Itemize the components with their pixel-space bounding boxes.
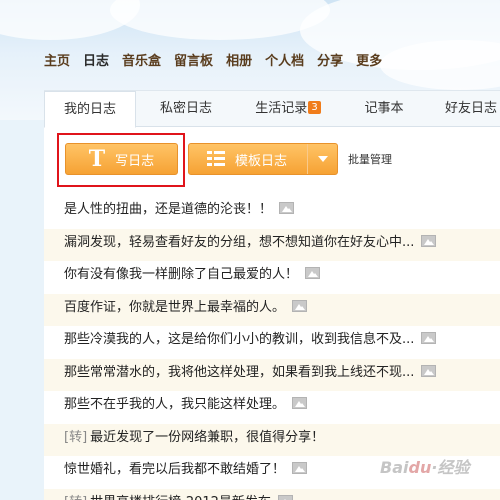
nav-item-album[interactable]: 相册	[226, 50, 252, 69]
image-icon	[292, 462, 308, 474]
repost-tag: [转]	[64, 429, 88, 445]
tab-label: 生活记录	[255, 101, 308, 116]
list-item[interactable]: 你有没有像我一样删除了自己最爱的人！	[44, 261, 500, 294]
chevron-down-icon	[317, 156, 328, 162]
image-icon	[277, 494, 293, 500]
nav-item-profile[interactable]: 个人档	[265, 50, 304, 69]
text-t-icon: T	[88, 146, 106, 172]
image-icon	[279, 202, 295, 214]
nav-item-music[interactable]: 音乐盒	[122, 50, 161, 69]
list-item[interactable]: 那些不在乎我的人，我只能这样处理。	[44, 391, 500, 424]
post-title[interactable]: 世界高楼排行榜-2012最新发布	[90, 489, 271, 500]
template-blog-button[interactable]: 模板日志	[188, 143, 338, 175]
cloud-decoration	[110, 0, 330, 40]
batch-manage-link[interactable]: 批量管理	[348, 151, 392, 167]
tab-label: 记事本	[364, 101, 404, 116]
nav-item-more[interactable]: 更多	[356, 50, 382, 69]
list-item[interactable]: 百度作证，你就是世界上最幸福的人。	[44, 293, 500, 326]
post-title[interactable]: 百度作证，你就是世界上最幸福的人。	[64, 294, 285, 322]
tab-label: 私密日志	[159, 101, 212, 116]
list-item[interactable]: 是人性的扭曲，还是道德的沦丧！！	[44, 196, 500, 229]
tab-count-badge: 3	[308, 101, 321, 114]
nav-item-share[interactable]: 分享	[317, 50, 343, 69]
tab-private-blog[interactable]: 私密日志	[140, 91, 232, 127]
tab-life-records[interactable]: 生活记录 3	[240, 91, 336, 127]
image-icon	[305, 267, 321, 279]
post-title[interactable]: 漏洞发现，轻易查看好友的分组，想不想知道你在好友心中...	[64, 229, 414, 257]
write-blog-label: 写日志	[115, 153, 155, 169]
post-title[interactable]: 是人性的扭曲，还是道德的沦丧！！	[64, 196, 272, 224]
image-icon	[421, 332, 437, 344]
tab-label: 好友日志	[444, 101, 497, 116]
top-nav: 主页 日志 音乐盒 留言板 相册 个人档 分享 更多	[44, 50, 395, 69]
template-blog-label: 模板日志	[235, 153, 288, 169]
list-item[interactable]: [转]世界高楼排行榜-2012最新发布	[44, 488, 500, 500]
tab-label: 我的日志	[63, 102, 116, 117]
post-title[interactable]: 那些冷漠我的人，这是给你们小小的教训，收到我信息不及...	[64, 326, 414, 354]
watermark-logo: Baidu·经验	[380, 458, 470, 477]
image-icon	[421, 234, 437, 247]
list-item[interactable]: 漏洞发现，轻易查看好友的分组，想不想知道你在好友心中...	[44, 228, 500, 261]
image-icon	[421, 364, 437, 377]
image-icon	[292, 397, 308, 409]
nav-item-blog[interactable]: 日志	[83, 50, 109, 69]
template-dropdown-toggle[interactable]	[307, 144, 337, 174]
tab-friends-blog[interactable]: 好友日志	[436, 91, 500, 127]
post-title[interactable]: 你有没有像我一样删除了自己最爱的人！	[64, 261, 298, 289]
image-icon	[292, 299, 308, 312]
tab-my-blog[interactable]: 我的日志	[44, 91, 136, 128]
post-title[interactable]: 那些常常潜水的，我将他这样处理，如果看到我上线还不现...	[64, 359, 414, 387]
repost-tag: [转]	[64, 495, 87, 500]
blog-tabs: 我的日志 私密日志 生活记录 3 记事本 好友日志	[44, 91, 500, 128]
list-item[interactable]: [转] 最近发现了一份网络兼职，很值得分享！	[44, 423, 500, 456]
post-title[interactable]: 那些不在乎我的人，我只能这样处理。	[64, 391, 285, 419]
list-item[interactable]: 那些常常潜水的，我将他这样处理，如果看到我上线还不现...	[44, 358, 500, 391]
post-title[interactable]: 惊世婚礼，看完以后我都不敢结婚了！	[64, 456, 285, 484]
tab-notebook[interactable]: 记事本	[342, 91, 426, 127]
post-title[interactable]: 最近发现了一份网络兼职，很值得分享！	[90, 424, 324, 452]
list-item[interactable]: 那些冷漠我的人，这是给你们小小的教训，收到我信息不及...	[44, 326, 500, 359]
list-icon	[207, 151, 225, 167]
nav-item-home[interactable]: 主页	[44, 50, 70, 69]
write-blog-button[interactable]: T 写日志	[65, 143, 178, 175]
nav-item-guestbook[interactable]: 留言板	[174, 50, 213, 69]
